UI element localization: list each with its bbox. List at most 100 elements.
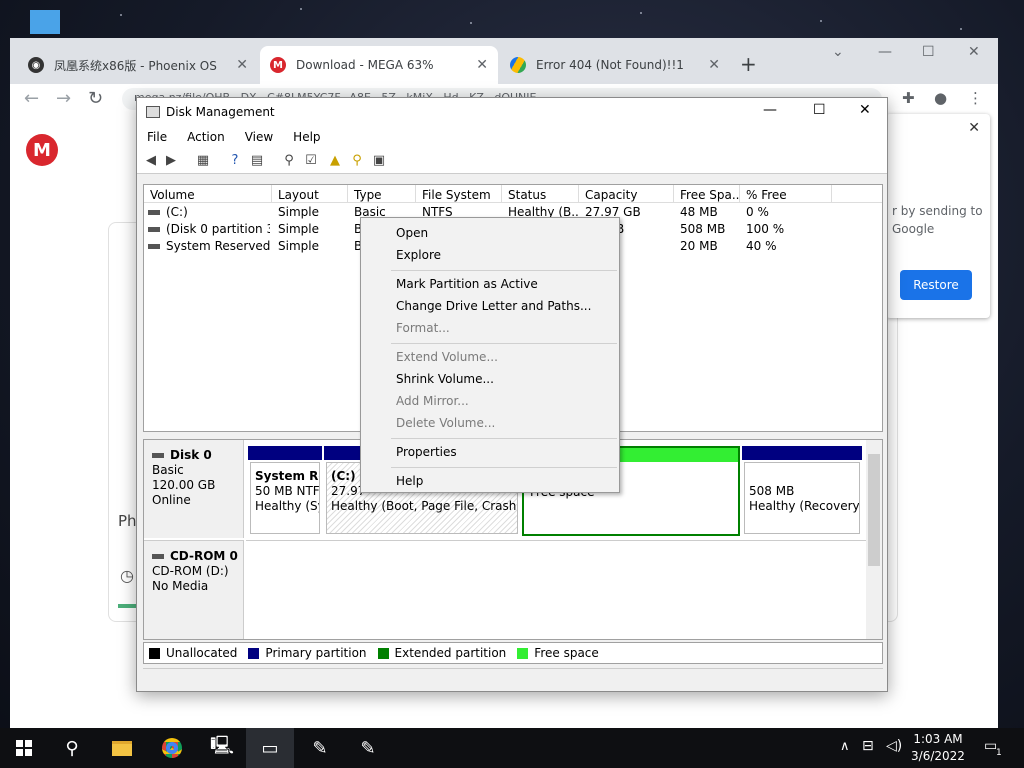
desktop-folder-icon[interactable]: [30, 10, 60, 34]
column-file-system[interactable]: File System: [416, 185, 502, 203]
menu-item-change-drive-letter[interactable]: Change Drive Letter and Paths...: [396, 299, 591, 313]
menu-item-help[interactable]: Help: [396, 474, 423, 488]
scroll-thumb[interactable]: [868, 454, 880, 566]
disk-0-label[interactable]: Disk 0 Basic 120.00 GB Online: [144, 440, 244, 538]
restore-button[interactable]: Restore: [900, 270, 972, 300]
tab-mega[interactable]: M Download - MEGA 63% ✕: [260, 46, 498, 84]
menu-item-format: Format...: [396, 321, 450, 335]
list-view-icon[interactable]: ▤: [249, 153, 265, 169]
column-volume[interactable]: Volume: [144, 185, 272, 203]
drive-icon: [148, 227, 160, 232]
up-icon[interactable]: ▲: [327, 153, 343, 169]
disk-type: Basic: [152, 463, 184, 477]
google-drive-icon: [510, 57, 526, 73]
mega-logo[interactable]: M: [26, 134, 58, 166]
menu-help[interactable]: Help: [283, 126, 330, 148]
menu-view[interactable]: View: [235, 126, 283, 148]
forward-icon[interactable]: →: [56, 88, 71, 109]
reload-icon[interactable]: ↻: [88, 88, 103, 109]
chevron-up-icon[interactable]: ∧: [840, 739, 850, 754]
maximize-icon[interactable]: ☐: [813, 102, 826, 118]
close-icon[interactable]: ✕: [859, 102, 871, 118]
menu-separator: [391, 438, 617, 439]
volume-name: (C:): [166, 205, 188, 219]
partition-recovery[interactable]: 508 MB Healthy (Recovery P: [742, 446, 862, 536]
usb-drive-icon[interactable]: ✎: [296, 728, 344, 768]
minimize-icon[interactable]: —: [878, 44, 892, 60]
column-status[interactable]: Status: [502, 185, 579, 203]
menu-item-explore[interactable]: Explore: [396, 248, 441, 262]
menu-action[interactable]: Action: [177, 126, 235, 148]
cdrom-0-label[interactable]: CD-ROM 0 CD-ROM (D:) No Media: [144, 540, 244, 639]
tab-error[interactable]: Error 404 (Not Found)!!1 ✕: [500, 46, 730, 84]
maximize-icon[interactable]: ☐: [922, 44, 935, 60]
extensions-icon[interactable]: ✚: [902, 89, 915, 107]
search-icon[interactable]: ⚲: [48, 728, 96, 768]
tab-search-icon[interactable]: ⌄: [832, 44, 844, 60]
chrome-icon[interactable]: [148, 728, 196, 768]
back-icon[interactable]: ←: [24, 88, 39, 109]
menu-icon[interactable]: ⋮: [968, 89, 983, 107]
new-tab-button[interactable]: +: [740, 52, 757, 76]
profile-icon[interactable]: ●: [934, 89, 947, 107]
menu-item-mark-active[interactable]: Mark Partition as Active: [396, 277, 538, 291]
table-row[interactable]: (C:): [148, 205, 270, 219]
start-button[interactable]: [0, 728, 48, 768]
back-icon[interactable]: ◀: [143, 153, 159, 169]
column-free-space[interactable]: Free Spa...: [674, 185, 740, 203]
menu-item-add-mirror: Add Mirror...: [396, 394, 469, 408]
close-tab-icon[interactable]: ✕: [476, 57, 488, 73]
table-row[interactable]: (Disk 0 partition 3): [148, 222, 270, 236]
close-icon[interactable]: ✕: [968, 120, 980, 136]
menu-separator: [391, 467, 617, 468]
properties-icon[interactable]: ▣: [371, 153, 387, 169]
menu-item-properties[interactable]: Properties: [396, 445, 457, 459]
file-explorer-icon[interactable]: [98, 728, 146, 768]
close-window-icon[interactable]: ✕: [968, 44, 980, 60]
show-hide-tree-icon[interactable]: ▦: [195, 153, 211, 169]
check-icon[interactable]: ☑: [303, 153, 319, 169]
search-icon[interactable]: ⚲: [349, 153, 365, 169]
table-row[interactable]: System Reserved: [148, 239, 270, 253]
usb-drive-icon-2[interactable]: ✎: [344, 728, 392, 768]
forward-icon[interactable]: ▶: [163, 153, 179, 169]
vertical-scrollbar[interactable]: [866, 440, 882, 639]
column-percent-free[interactable]: % Free: [740, 185, 832, 203]
column-capacity[interactable]: Capacity: [579, 185, 674, 203]
disk-management-taskbar-icon[interactable]: ▭: [246, 728, 294, 768]
disk-icon: [152, 453, 164, 458]
partition-name: System Re: [255, 469, 320, 483]
menu-item-shrink-volume[interactable]: Shrink Volume...: [396, 372, 494, 386]
disk-state: Online: [152, 493, 191, 507]
minimize-icon[interactable]: —: [763, 102, 777, 118]
disk-type: CD-ROM (D:): [152, 564, 229, 578]
partition-system-reserved[interactable]: System Re 50 MB NTFS Healthy (Sy: [248, 446, 322, 536]
volume-free: 20 MB: [680, 239, 718, 253]
progress-bar: [118, 604, 138, 608]
menu-separator: [391, 343, 617, 344]
column-type[interactable]: Type: [348, 185, 416, 203]
menu-file[interactable]: File: [137, 126, 177, 148]
legend-label: Extended partition: [394, 646, 507, 660]
partition-bar: [248, 446, 322, 460]
tab-phoenix[interactable]: ◉ 凤凰系统x86版 - Phoenix OS ✕: [18, 46, 258, 84]
page-heading: Ph: [118, 512, 137, 530]
volume-free: 48 MB: [680, 205, 718, 219]
menu-item-delete-volume: Delete Volume...: [396, 416, 496, 430]
legend-extended: Extended partition: [377, 646, 507, 660]
partition-status: Healthy (Recovery P: [749, 499, 860, 513]
partition-size: 50 MB NTFS: [255, 484, 320, 498]
column-layout[interactable]: Layout: [272, 185, 348, 203]
clock[interactable]: 1:03 AM 3/6/2022: [900, 731, 976, 765]
volume-name: (Disk 0 partition 3): [166, 222, 270, 236]
partition-name: (C:): [331, 469, 356, 483]
close-tab-icon[interactable]: ✕: [236, 57, 248, 73]
computer-icon[interactable]: 🖳: [198, 728, 246, 768]
network-icon[interactable]: ⊟: [862, 738, 874, 754]
status-bar: [143, 668, 883, 688]
close-tab-icon[interactable]: ✕: [708, 57, 720, 73]
tab-title: Error 404 (Not Found)!!1: [536, 58, 684, 72]
help-icon[interactable]: ?: [227, 153, 243, 169]
menu-item-open[interactable]: Open: [396, 226, 428, 240]
connect-icon[interactable]: ⚲: [281, 153, 297, 169]
